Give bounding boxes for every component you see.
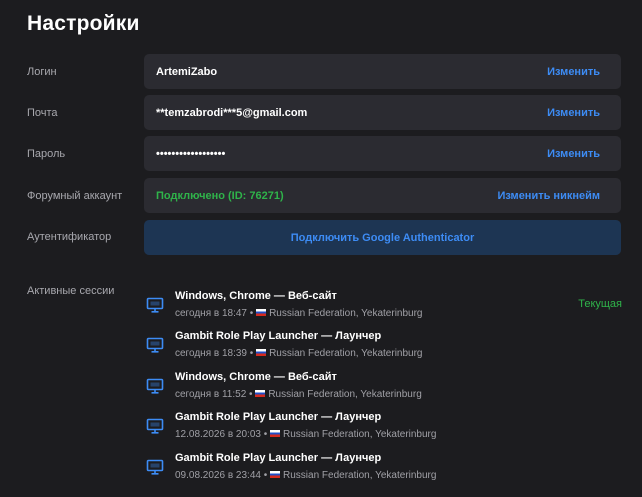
email-field: **temzabrodi***5@gmail.com Изменить (144, 95, 621, 130)
login-label: Логин (27, 66, 57, 78)
session-meta: сегодня в 18:39 • Russian Federation, Ye… (175, 348, 423, 359)
change-login-button[interactable]: Изменить (547, 66, 600, 78)
email-value: **temzabrodi***5@gmail.com (156, 106, 308, 119)
session-item: Gambit Role Play Launcher — Лаунчер 09.0… (146, 450, 622, 486)
session-time: сегодня в 18:39 (175, 348, 247, 359)
monitor-icon (146, 458, 164, 476)
forum-account-field: Подключено (ID: 76271) Изменить никнейм (144, 178, 621, 213)
change-nickname-button[interactable]: Изменить никнейм (497, 190, 600, 202)
session-meta: сегодня в 18:47 • Russian Federation, Ye… (175, 308, 423, 319)
active-sessions-label: Активные сессии (27, 285, 115, 297)
session-time: 12.08.2026 в 20:03 (175, 429, 261, 440)
session-meta: сегодня в 11:52 • Russian Federation, Ye… (175, 389, 422, 400)
forum-account-label: Форумный аккаунт (27, 190, 123, 202)
password-label: Пароль (27, 148, 66, 160)
session-location: Russian Federation, Yekaterinburg (283, 470, 437, 481)
session-item: Windows, Chrome — Веб-сайт сегодня в 11:… (146, 369, 622, 405)
russia-flag-icon (270, 471, 281, 478)
session-time: сегодня в 11:52 (175, 389, 247, 400)
russia-flag-icon (256, 309, 267, 316)
russia-flag-icon (256, 349, 267, 356)
current-session-badge: Текущая (578, 298, 622, 310)
monitor-icon (146, 336, 164, 354)
email-label: Почта (27, 107, 58, 119)
session-title: Gambit Role Play Launcher — Лаунчер (175, 330, 382, 342)
login-value: ArtemiZabo (156, 65, 218, 78)
session-time: сегодня в 18:47 (175, 308, 247, 319)
password-field: •••••••••••••••••• Изменить (144, 136, 621, 171)
russia-flag-icon (270, 430, 281, 437)
session-title: Gambit Role Play Launcher — Лаунчер (175, 411, 382, 423)
password-value: •••••••••••••••••• (156, 147, 226, 160)
monitor-icon (146, 377, 164, 395)
authenticator-label: Аутентификатор (27, 231, 112, 243)
session-location: Russian Federation, Yekaterinburg (268, 389, 422, 400)
monitor-icon (146, 417, 164, 435)
connect-google-authenticator-button[interactable]: Подключить Google Authenticator (144, 220, 621, 255)
page-title: Настройки (27, 12, 140, 35)
change-email-button[interactable]: Изменить (547, 107, 600, 119)
session-item: Windows, Chrome — Веб-сайт сегодня в 18:… (146, 288, 622, 324)
session-time: 09.08.2026 в 23:44 (175, 470, 261, 481)
forum-status: Подключено (ID: 76271) (156, 189, 284, 202)
session-location: Russian Federation, Yekaterinburg (283, 429, 437, 440)
session-meta: 09.08.2026 в 23:44 • Russian Federation,… (175, 470, 437, 481)
session-location: Russian Federation, Yekaterinburg (269, 348, 423, 359)
session-title: Windows, Chrome — Веб-сайт (175, 371, 337, 383)
change-password-button[interactable]: Изменить (547, 148, 600, 160)
russia-flag-icon (255, 390, 266, 397)
session-item: Gambit Role Play Launcher — Лаунчер 12.0… (146, 409, 622, 445)
login-field: ArtemiZabo Изменить (144, 54, 621, 89)
monitor-icon (146, 296, 164, 314)
session-item: Gambit Role Play Launcher — Лаунчер сего… (146, 328, 622, 364)
session-meta: 12.08.2026 в 20:03 • Russian Federation,… (175, 429, 437, 440)
session-location: Russian Federation, Yekaterinburg (269, 308, 423, 319)
session-title: Windows, Chrome — Веб-сайт (175, 290, 337, 302)
session-title: Gambit Role Play Launcher — Лаунчер (175, 452, 382, 464)
